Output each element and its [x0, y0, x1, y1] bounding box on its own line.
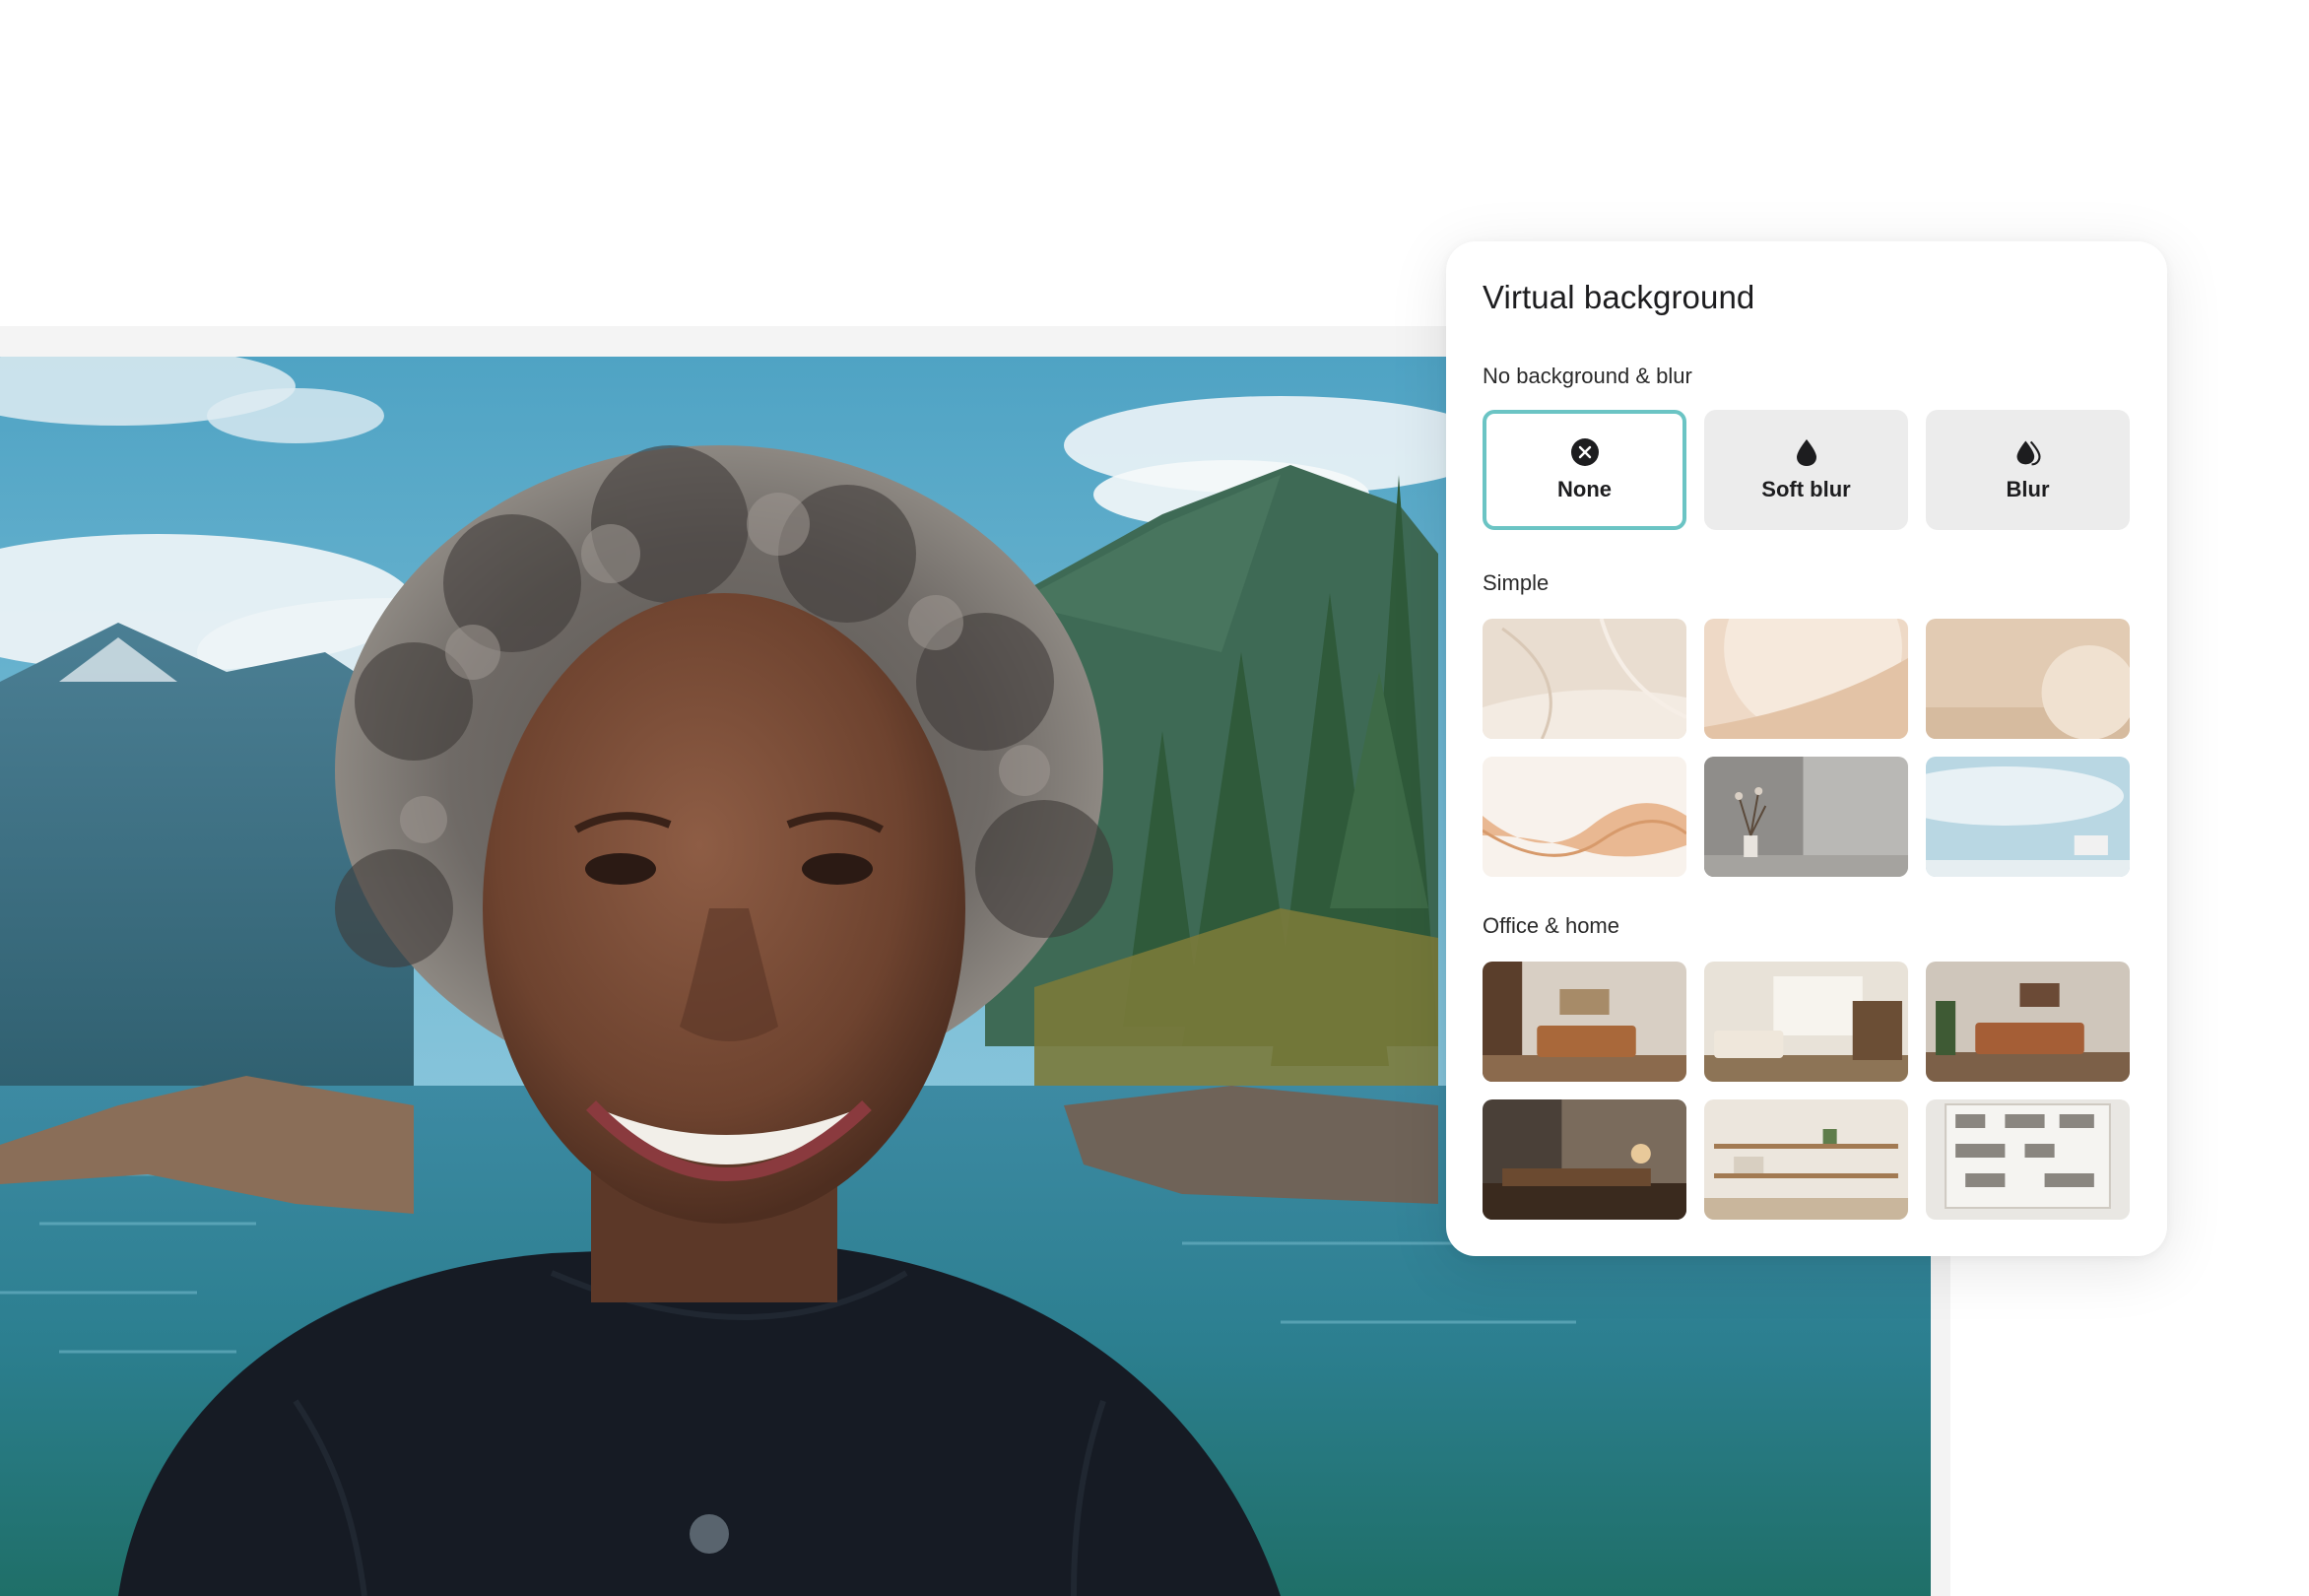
option-soft-blur-label: Soft blur [1761, 477, 1851, 501]
section-label-office: Office & home [1483, 913, 1619, 938]
living-room-1-image [1483, 962, 1686, 1082]
grey-wall-vase-image [1704, 757, 1908, 877]
beige-circle-image [1926, 619, 2130, 739]
option-blur-label: Blur [2006, 477, 2050, 501]
office-backgrounds-grid [1483, 962, 2130, 1220]
droplet-icon [1796, 439, 1816, 466]
beige-sphere-image [1704, 619, 1908, 739]
simple-bg-grey-wall-vase[interactable] [1704, 757, 1908, 877]
office-bg-wood-shelves[interactable] [1704, 1099, 1908, 1220]
blur-options: None Soft blur Blur [1483, 410, 2130, 530]
office-bg-white-bookcase[interactable] [1926, 1099, 2130, 1220]
blue-sky-chair-image [1926, 757, 2130, 877]
simple-bg-beige-sphere[interactable] [1704, 619, 1908, 739]
option-none-label: None [1557, 477, 1612, 501]
living-room-bright-image [1704, 962, 1908, 1082]
office-bg-living-room-2[interactable] [1926, 962, 2130, 1082]
virtual-background-panel: Virtual background No background & blur … [1446, 241, 2167, 1256]
double-droplet-icon [2016, 440, 2041, 466]
living-room-2-image [1926, 962, 2130, 1082]
simple-bg-peach-waves[interactable] [1483, 757, 1686, 877]
close-circle-icon [1570, 438, 1599, 466]
peach-waves-image [1483, 757, 1686, 877]
simple-backgrounds-grid [1483, 619, 2130, 877]
simple-bg-blue-sky-chair[interactable] [1926, 757, 2130, 877]
beige-curves-image [1483, 619, 1686, 739]
option-soft-blur-button[interactable]: Soft blur [1704, 410, 1908, 530]
option-none-button[interactable]: None [1483, 410, 1686, 530]
wood-shelves-image [1704, 1099, 1908, 1220]
dark-study-image [1483, 1099, 1686, 1220]
simple-bg-beige-circle[interactable] [1926, 619, 2130, 739]
option-blur-button[interactable]: Blur [1926, 410, 2130, 530]
section-label-simple: Simple [1483, 570, 1550, 595]
office-bg-living-room-bright[interactable] [1704, 962, 1908, 1082]
office-bg-dark-study[interactable] [1483, 1099, 1686, 1220]
office-bg-living-room-1[interactable] [1483, 962, 1686, 1082]
section-label-blur: No background & blur [1483, 364, 1692, 388]
simple-bg-beige-curves[interactable] [1483, 619, 1686, 739]
white-bookcase-image [1926, 1099, 2130, 1220]
panel-title: Virtual background [1483, 279, 1755, 315]
